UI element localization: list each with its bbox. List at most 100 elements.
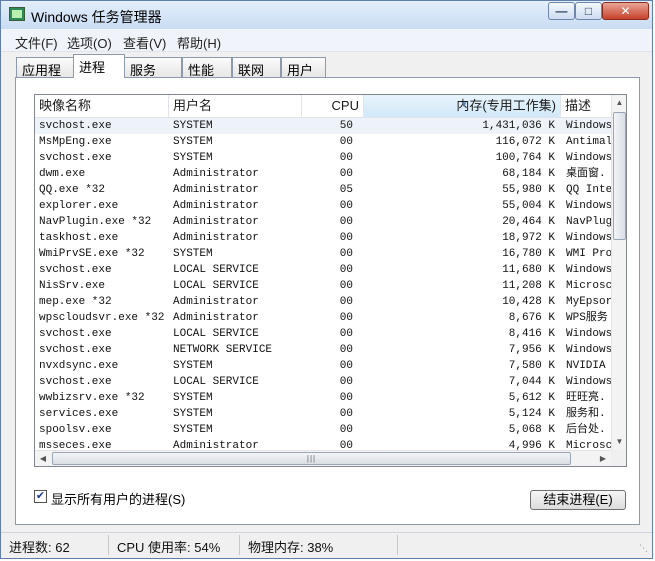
process-rows: svchost.exe SYSTEM 50 1,431,036 K Windows MsM… [35, 118, 611, 466]
task-manager-app-icon [9, 7, 25, 21]
menu-file[interactable]: 文件(F) [15, 33, 58, 52]
process-user: Administrator [173, 184, 259, 196]
vertical-scroll-thumb[interactable] [613, 112, 626, 240]
process-memory: 7,044 K [508, 376, 555, 388]
scroll-up-icon[interactable]: ▲ [612, 95, 626, 111]
process-user: SYSTEM [173, 408, 213, 420]
tab-networking[interactable]: 联网 [232, 57, 281, 78]
process-row[interactable]: taskhost.exe Administrator 00 18,972 K Windo… [35, 230, 611, 246]
process-user: SYSTEM [173, 360, 213, 372]
end-process-button[interactable]: 结束进程(E) [530, 490, 626, 510]
maximize-button[interactable]: □ [575, 2, 602, 20]
process-description: Microsc [566, 280, 611, 292]
process-row[interactable]: svchost.exe NETWORK SERVICE 00 7,956 K Windo… [35, 342, 611, 358]
process-list[interactable]: 映像名称 用户名 CPU ▼ 内存(专用工作集) 描述 svchost.exe S… [34, 94, 627, 467]
process-row[interactable]: WmiPrvSE.exe *32 SYSTEM 00 16,780 K WMI Pro [35, 246, 611, 262]
show-all-users-checkbox[interactable]: ✔ [34, 490, 47, 503]
title-bar[interactable]: Windows 任务管理器 — □ ✕ [1, 1, 652, 30]
process-cpu: 00 [339, 312, 353, 324]
process-row[interactable]: NisSrv.exe LOCAL SERVICE 00 11,208 K Microsc [35, 278, 611, 294]
process-cpu: 00 [339, 280, 353, 292]
process-row[interactable]: explorer.exe Administrator 00 55,004 K Windo… [35, 198, 611, 214]
process-user: SYSTEM [173, 152, 213, 164]
process-user: SYSTEM [173, 248, 213, 260]
minimize-button[interactable]: — [548, 2, 575, 20]
process-row[interactable]: mep.exe *32 Administrator 00 10,428 K MyEpso… [35, 294, 611, 310]
process-cpu: 00 [339, 360, 353, 372]
tab-users[interactable]: 用户 [281, 57, 326, 78]
column-description[interactable]: 描述 [561, 95, 611, 117]
process-memory: 18,972 K [502, 232, 555, 244]
process-name: services.exe [39, 408, 119, 420]
process-name: svchost.exe [39, 264, 112, 276]
process-row[interactable]: svchost.exe SYSTEM 50 1,431,036 K Windows [35, 118, 611, 134]
process-cpu: 00 [339, 408, 353, 420]
process-user: NETWORK SERVICE [173, 344, 273, 356]
menu-view[interactable]: 查看(V) [123, 33, 166, 52]
process-row[interactable]: wwbizsrv.exe *32 SYSTEM 00 5,612 K 旺旺亮. [35, 390, 611, 406]
status-divider [239, 535, 240, 555]
status-divider [108, 535, 109, 555]
scroll-left-icon[interactable]: ◀ [35, 451, 51, 466]
process-name: spoolsv.exe [39, 424, 112, 436]
process-name: wpscloudsvr.exe *32 [39, 312, 165, 324]
resize-grip-icon[interactable]: ⋱ [639, 543, 649, 553]
process-user: SYSTEM [173, 424, 213, 436]
process-row[interactable]: svchost.exe LOCAL SERVICE 00 11,680 K Window… [35, 262, 611, 278]
tab-performance[interactable]: 性能 [182, 57, 232, 78]
process-row[interactable]: spoolsv.exe SYSTEM 00 5,068 K 后台处. [35, 422, 611, 438]
process-name: svchost.exe [39, 152, 112, 164]
process-row[interactable]: NavPlugin.exe *32 Administrator 00 20,464 K… [35, 214, 611, 230]
process-row[interactable]: nvxdsync.exe SYSTEM 00 7,580 K NVIDIA [35, 358, 611, 374]
tab-services[interactable]: 服务 [124, 57, 182, 78]
tab-applications[interactable]: 应用程序 [16, 57, 74, 97]
process-cpu: 00 [339, 216, 353, 228]
process-row[interactable]: svchost.exe LOCAL SERVICE 00 8,416 K Windows [35, 326, 611, 342]
process-name: NisSrv.exe [39, 280, 106, 292]
column-memory[interactable]: ▼ 内存(专用工作集) [364, 95, 561, 117]
process-row[interactable]: QQ.exe *32 Administrator 05 55,980 K QQ Inte [35, 182, 611, 198]
process-name: svchost.exe [39, 344, 112, 356]
process-row[interactable]: wpscloudsvr.exe *32 Administrator 00 8,676 … [35, 310, 611, 326]
horizontal-scroll-thumb[interactable]: ||| [52, 452, 571, 465]
show-all-users-label[interactable]: 显示所有用户的进程(S) [51, 489, 185, 508]
column-image-name[interactable]: 映像名称 [35, 95, 169, 117]
close-button[interactable]: ✕ [602, 2, 649, 20]
horizontal-scrollbar[interactable]: ◀ ||| ▶ [35, 450, 611, 466]
process-row[interactable]: MsMpEng.exe SYSTEM 00 116,072 K Antimal [35, 134, 611, 150]
process-cpu: 00 [339, 344, 353, 356]
process-cpu: 00 [339, 424, 353, 436]
process-description: Windows [566, 344, 611, 356]
window-title: Windows 任务管理器 [31, 9, 162, 25]
process-memory: 55,004 K [502, 200, 555, 212]
process-row[interactable]: dwm.exe Administrator 00 68,184 K 桌面窗. [35, 166, 611, 182]
process-memory: 7,956 K [508, 344, 555, 356]
process-user: SYSTEM [173, 392, 213, 404]
column-header: 映像名称 用户名 CPU ▼ 内存(专用工作集) 描述 [35, 95, 611, 118]
process-memory: 5,068 K [508, 424, 555, 436]
process-cpu: 00 [339, 264, 353, 276]
process-memory: 100,764 K [495, 152, 555, 164]
process-cpu: 00 [339, 392, 353, 404]
processes-panel: 映像名称 用户名 CPU ▼ 内存(专用工作集) 描述 svchost.exe S… [15, 77, 640, 525]
process-row[interactable]: services.exe SYSTEM 00 5,124 K 服务和. [35, 406, 611, 422]
process-description: 后台处. [566, 424, 606, 436]
menu-options[interactable]: 选项(O) [67, 33, 112, 52]
column-cpu[interactable]: CPU [302, 95, 364, 117]
scroll-down-icon[interactable]: ▼ [612, 434, 626, 450]
column-user-name[interactable]: 用户名 [169, 95, 302, 117]
menu-help[interactable]: 帮助(H) [177, 33, 221, 52]
process-cpu: 00 [339, 152, 353, 164]
process-description: Windows [566, 232, 611, 244]
process-memory: 11,208 K [502, 280, 555, 292]
process-description: Windows [566, 264, 611, 276]
tab-processes[interactable]: 进程 [73, 54, 125, 78]
task-manager-window: Windows 任务管理器 — □ ✕ 文件(F) 选项(O) 查看(V) 帮助… [0, 0, 653, 559]
vertical-scrollbar[interactable]: ▲ ▼ [611, 95, 626, 450]
process-row[interactable]: svchost.exe SYSTEM 00 100,764 K Windows [35, 150, 611, 166]
process-name: mep.exe *32 [39, 296, 112, 308]
scroll-right-icon[interactable]: ▶ [595, 451, 611, 466]
process-row[interactable]: svchost.exe LOCAL SERVICE 00 7,044 K Windows [35, 374, 611, 390]
process-memory: 1,431,036 K [482, 120, 555, 132]
process-name: svchost.exe [39, 328, 112, 340]
